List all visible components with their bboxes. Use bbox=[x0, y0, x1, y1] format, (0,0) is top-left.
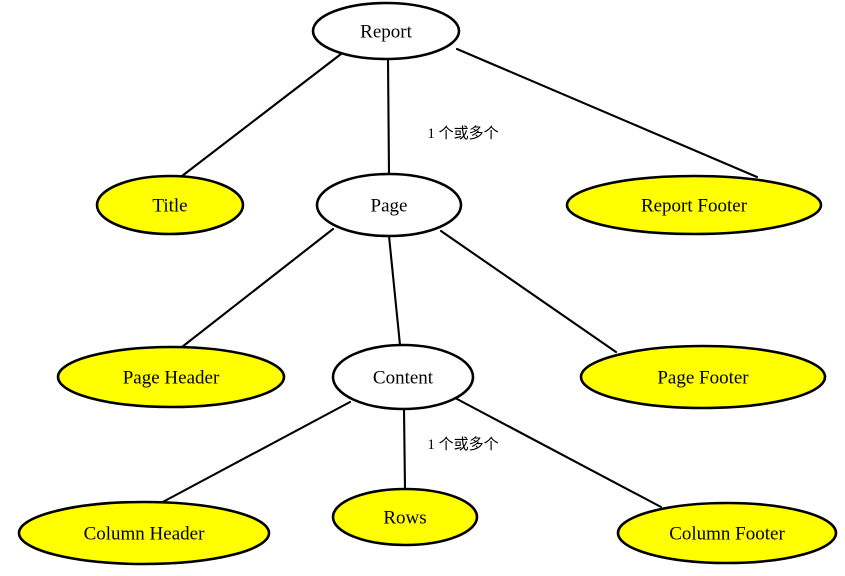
node-content[interactable]: Content bbox=[331, 343, 475, 411]
tree-diagram-svg: Report Title Page Report Footer Page Header C… bbox=[17, 1, 838, 566]
node-title[interactable]: Title bbox=[95, 174, 245, 236]
node-label-column-footer: Column Footer bbox=[669, 524, 785, 545]
node-label-column-header: Column Header bbox=[84, 524, 206, 545]
nodes-layer: Report Title Page Report Footer Page Header C… bbox=[17, 1, 838, 566]
node-label-page-header: Page Header bbox=[123, 368, 220, 389]
edge-report-page bbox=[386, 57, 391, 176]
edge-page-content bbox=[387, 234, 402, 347]
edge-content-column-footer bbox=[455, 397, 663, 509]
node-label-report-footer: Report Footer bbox=[641, 196, 748, 217]
node-column-header[interactable]: Column Header bbox=[17, 500, 271, 566]
tree-diagram-canvas: Report Title Page Report Footer Page Header C… bbox=[0, 0, 845, 576]
edge-page-page-footer bbox=[439, 229, 618, 354]
node-label-title: Title bbox=[152, 196, 187, 217]
edge-label-label-report-page: 1 个或多个 bbox=[427, 125, 498, 142]
node-label-page-footer: Page Footer bbox=[657, 368, 749, 389]
node-page-header[interactable]: Page Header bbox=[56, 345, 286, 409]
edge-report-report-footer bbox=[455, 47, 759, 179]
edge-content-column-header bbox=[157, 400, 352, 506]
edge-page-page-header bbox=[180, 227, 335, 349]
node-report-footer[interactable]: Report Footer bbox=[565, 174, 823, 236]
node-page[interactable]: Page bbox=[315, 172, 463, 238]
edge-report-title bbox=[180, 52, 343, 178]
node-rows[interactable]: Rows bbox=[331, 487, 479, 547]
node-label-report: Report bbox=[360, 22, 412, 43]
node-report[interactable]: Report bbox=[311, 1, 461, 61]
node-page-footer[interactable]: Page Footer bbox=[579, 344, 827, 410]
node-label-content: Content bbox=[373, 368, 434, 389]
node-label-page: Page bbox=[371, 196, 408, 217]
edge-label-label-content-rows: 1 个或多个 bbox=[427, 436, 498, 453]
node-column-footer[interactable]: Column Footer bbox=[616, 501, 838, 565]
edge-content-rows bbox=[402, 407, 407, 491]
node-label-rows: Rows bbox=[383, 508, 426, 529]
